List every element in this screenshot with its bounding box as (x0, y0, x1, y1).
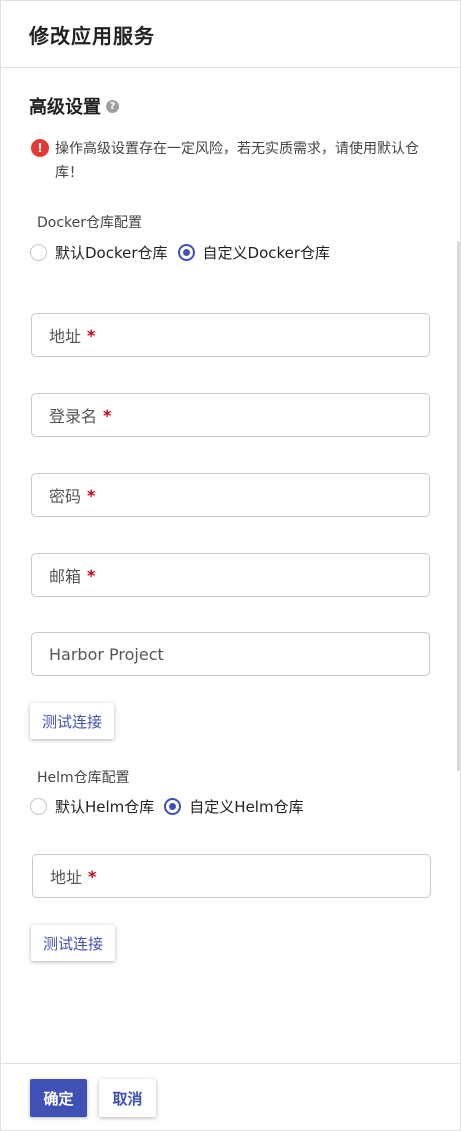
field-placeholder: 登录名 (49, 407, 98, 426)
helm-radio-group: 默认Helm仓库 自定义Helm仓库 (30, 796, 314, 817)
scrollbar[interactable] (457, 241, 460, 771)
cancel-button[interactable]: 取消 (99, 1079, 156, 1117)
docker-address-input[interactable]: 地址 * (31, 313, 430, 357)
confirm-button[interactable]: 确定 (30, 1079, 87, 1117)
required-mark: * (87, 485, 96, 505)
radio-custom-docker[interactable]: 自定义Docker仓库 (177, 242, 331, 263)
radio-button[interactable] (30, 244, 47, 261)
advanced-settings-title: 高级设置 (29, 97, 101, 118)
docker-test-connection-button[interactable]: 测试连接 (30, 703, 115, 739)
required-mark: * (88, 866, 97, 886)
field-placeholder: 密码 (49, 487, 82, 506)
radio-custom-helm[interactable]: 自定义Helm仓库 (164, 796, 304, 817)
required-mark: * (87, 565, 96, 585)
radio-default-helm[interactable]: 默认Helm仓库 (30, 796, 154, 817)
radio-button[interactable] (30, 798, 47, 815)
docker-password-input[interactable]: 密码 * (31, 473, 430, 517)
radio-label: 自定义Helm仓库 (189, 798, 304, 816)
risk-warning: ! 操作高级设置存在一定风险，若无实质需求，请使用默认仓库！ (31, 137, 431, 185)
required-mark: * (103, 405, 112, 425)
advanced-settings-header: 高级设置 ? (29, 93, 119, 119)
docker-group-label: Docker仓库配置 (37, 215, 143, 231)
radio-label: 默认Helm仓库 (55, 798, 155, 816)
exclamation-circle-icon: ! (31, 139, 49, 157)
radio-button-selected[interactable] (177, 244, 195, 261)
helm-test-connection-button[interactable]: 测试连接 (31, 925, 116, 961)
question-circle-icon[interactable]: ? (106, 99, 119, 113)
panel-footer: 确定 取消 (1, 1063, 460, 1130)
harbor-project-input[interactable]: Harbor Project (31, 632, 430, 676)
warning-text: 操作高级设置存在一定风险，若无实质需求，请使用默认仓库！ (55, 141, 419, 181)
required-mark: * (87, 325, 96, 345)
panel-title: 修改应用服务 (29, 24, 155, 48)
docker-username-input[interactable]: 登录名 * (31, 393, 430, 437)
radio-button-selected[interactable] (164, 798, 182, 815)
docker-radio-group: 默认Docker仓库 自定义Docker仓库 (30, 242, 340, 263)
field-placeholder: 邮箱 (49, 567, 82, 586)
edit-app-service-panel: 修改应用服务 高级设置 ? ! 操作高级设置存在一定风险，若无实质需求，请使用默… (0, 0, 461, 1131)
field-placeholder: 地址 (49, 327, 82, 346)
radio-default-docker[interactable]: 默认Docker仓库 (30, 242, 168, 263)
helm-group-label: Helm仓库配置 (37, 770, 130, 786)
field-placeholder: 地址 (50, 868, 83, 887)
helm-address-input[interactable]: 地址 * (32, 854, 431, 898)
radio-label: 自定义Docker仓库 (202, 244, 331, 262)
field-placeholder: Harbor Project (49, 644, 164, 664)
docker-email-input[interactable]: 邮箱 * (31, 553, 430, 597)
panel-header: 修改应用服务 (1, 1, 460, 68)
radio-label: 默认Docker仓库 (55, 244, 168, 262)
